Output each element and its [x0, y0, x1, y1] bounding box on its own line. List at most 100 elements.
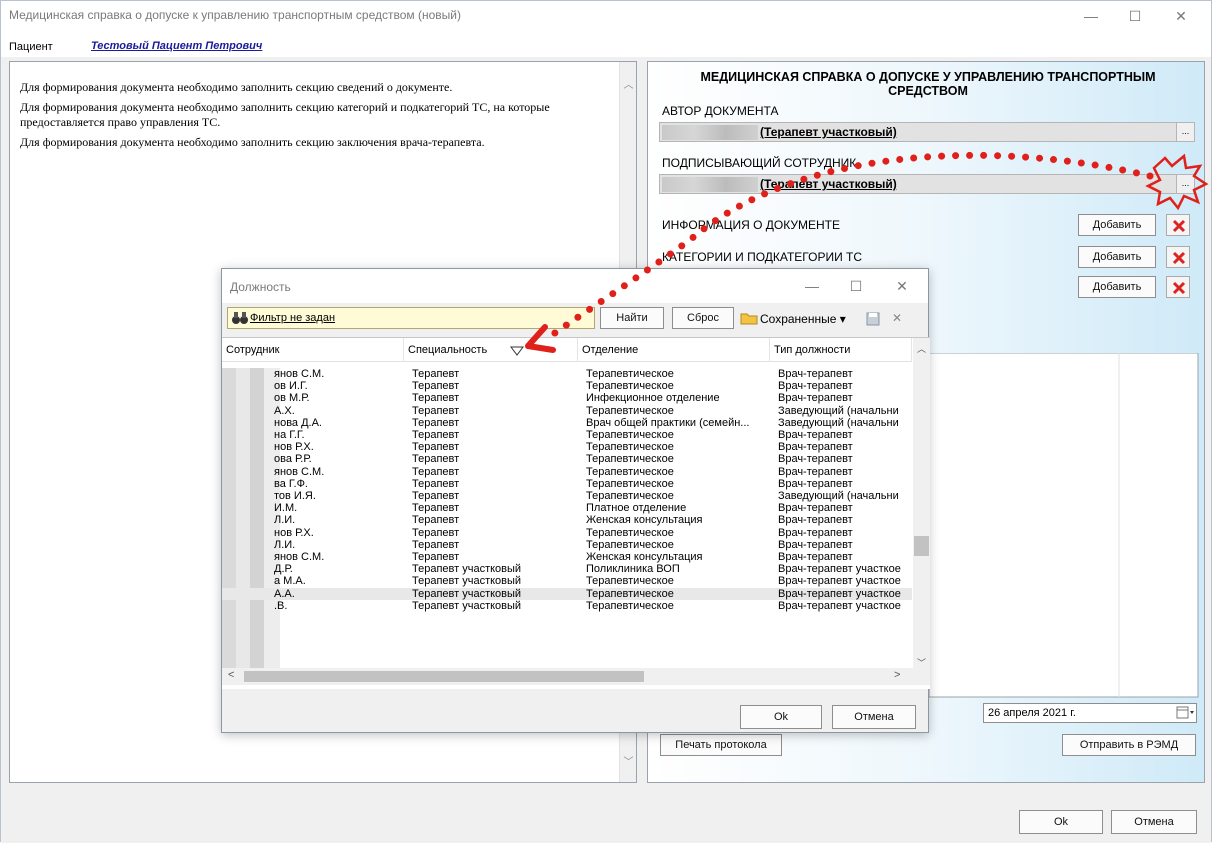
scroll-down-icon[interactable]: ﹀ — [620, 753, 637, 768]
column-specialty[interactable]: Специальность — [404, 338, 578, 362]
delete-doc-info-button[interactable] — [1166, 214, 1190, 236]
scroll-up-icon[interactable]: ︿ — [917, 342, 926, 355]
message-therapist: Для формирования документа необходимо за… — [20, 135, 485, 149]
window-title: Медицинская справка о допуске к управлен… — [9, 8, 461, 22]
remove-filter-icon[interactable]: ✕ — [892, 311, 902, 325]
table-row[interactable]: Л.И. Терапевт Терапевтическое Врач-терапевт — [222, 539, 912, 551]
hscroll-thumb[interactable] — [244, 671, 644, 682]
employee-cell: ов И.Г. — [274, 380, 308, 393]
position-type-cell: Врач-терапевт участкое — [778, 575, 901, 588]
cancel-button[interactable]: Отмена — [1111, 810, 1197, 834]
table-row[interactable]: тов И.Я. Терапевт Терапевтическое Заведующи… — [222, 490, 912, 502]
position-type-cell: Врач-терапевт участкое — [778, 563, 901, 576]
dialog-minimize-button[interactable]: — — [790, 271, 834, 301]
list-hscroll[interactable]: < > — [222, 668, 930, 685]
employee-cell: янов С.М. — [274, 465, 325, 478]
table-row[interactable]: И.М. Терапевт Платное отделение Врач-терапе… — [222, 502, 912, 514]
position-type-cell: Заведующий (начальни — [778, 416, 899, 429]
position-type-cell: Врач-терапевт — [778, 551, 853, 563]
filter-box[interactable]: Фильтр не задан — [227, 307, 595, 329]
department-cell: Поликлиника ВОП — [586, 563, 680, 576]
table-row[interactable]: а М.А. Терапевт участковый Терапевтическое… — [222, 575, 912, 587]
saved-filters-dropdown[interactable]: Сохраненные ▾ — [760, 312, 846, 326]
employee-cell: янов С.М. — [274, 368, 325, 380]
ok-button[interactable]: Ok — [1019, 810, 1103, 834]
specialty-cell: Терапевт — [412, 429, 460, 441]
department-cell: Терапевтическое — [586, 599, 674, 612]
column-department[interactable]: Отделение — [578, 338, 770, 362]
reset-button[interactable]: Сброс — [672, 307, 734, 329]
table-row[interactable]: А.Х. Терапевт Терапевтическое Заведующий (н… — [222, 405, 912, 417]
employee-cell: а М.А. — [274, 575, 306, 588]
list-vscroll[interactable]: ︿ ﹀ — [913, 338, 930, 668]
author-field[interactable]: (Терапевт участковый) ... — [659, 122, 1195, 142]
table-row[interactable]: .В. Терапевт участковый Терапевтическое Вра… — [222, 600, 912, 612]
specialty-cell: Терапевт — [412, 453, 460, 466]
table-row[interactable]: ова Р.Р. Терапевт Терапевтическое Врач-тера… — [222, 453, 912, 465]
author-select-button[interactable]: ... — [1176, 123, 1194, 141]
table-row[interactable]: Д.Р. Терапевт участковый Поликлиника ВОП Вр… — [222, 563, 912, 575]
table-row[interactable]: нова Д.А. Терапевт Врач общей практики (се… — [222, 417, 912, 429]
position-type-cell: Врач-терапевт — [778, 429, 853, 441]
scroll-right-icon[interactable]: > — [894, 669, 900, 681]
minimize-button[interactable]: — — [1069, 1, 1113, 31]
table-row[interactable]: ов И.Г. Терапевт Терапевтическое Врач-терап… — [222, 380, 912, 392]
save-filter-icon[interactable] — [866, 312, 880, 326]
dialog-close-button[interactable]: ✕ — [880, 271, 924, 301]
specialty-cell: Терапевт — [412, 490, 460, 502]
table-row[interactable]: нов Р.Х. Терапевт Терапевтическое Врач-тера… — [222, 527, 912, 539]
send-remd-button[interactable]: Отправить в РЭМД — [1062, 734, 1196, 756]
close-button[interactable]: ✕ — [1159, 1, 1203, 31]
scroll-up-icon[interactable]: ︿ — [620, 76, 637, 91]
delete-conclusion-button[interactable] — [1166, 276, 1190, 298]
column-position-type[interactable]: Тип должности — [770, 338, 912, 362]
delete-categories-button[interactable] — [1166, 246, 1190, 268]
employee-cell: ва Г.Ф. — [274, 477, 308, 490]
department-cell: Женская консультация — [586, 514, 703, 527]
date-picker[interactable]: 26 апреля 2021 г. — [983, 703, 1197, 723]
table-row[interactable]: Л.И. Терапевт Женская консультация Врач-тер… — [222, 514, 912, 526]
department-cell: Инфекционное отделение — [586, 392, 720, 405]
maximize-button[interactable]: ☐ — [1113, 1, 1157, 31]
position-type-cell: Врач-терапевт — [778, 526, 853, 539]
table-row[interactable]: янов С.М. Терапевт Женская консультация Вра… — [222, 551, 912, 563]
employee-cell: .В. — [274, 599, 288, 612]
department-cell: Терапевтическое — [586, 490, 674, 502]
department-cell: Терапевтическое — [586, 368, 674, 380]
scroll-thumb[interactable] — [914, 536, 929, 556]
table-row[interactable]: нов Р.Х. Терапевт Терапевтическое Врач-тера… — [222, 441, 912, 453]
print-protocol-button[interactable]: Печать протокола — [660, 734, 782, 756]
dialog-maximize-button[interactable]: ☐ — [834, 271, 878, 301]
specialty-cell: Терапевт — [412, 477, 460, 490]
calendar-icon[interactable] — [1176, 706, 1194, 720]
position-type-cell: Заведующий (начальни — [778, 490, 899, 502]
add-categories-button[interactable]: Добавить — [1078, 246, 1156, 268]
position-type-cell: Врач-терапевт — [778, 502, 853, 515]
position-type-cell: Врач-терапевт — [778, 441, 853, 454]
dialog-ok-button[interactable]: Ok — [740, 705, 822, 729]
patient-row: Пациент Тестовый Пациент Петрович — [1, 31, 1211, 57]
specialty-cell: Терапевт — [412, 404, 460, 417]
table-row[interactable]: янов С.М. Терапевт Терапевтическое Врач-тер… — [222, 466, 912, 478]
employee-cell: на Г.Г. — [274, 429, 305, 441]
title-bar: Медицинская справка о допуске к управлен… — [1, 1, 1211, 31]
specialty-cell: Терапевт — [412, 502, 460, 515]
doc-info-label: ИНФОРМАЦИЯ О ДОКУМЕНТЕ — [662, 218, 840, 232]
signer-field[interactable]: (Терапевт участковый) ... — [659, 174, 1195, 194]
patient-name-link[interactable]: Тестовый Пациент Петрович — [91, 40, 262, 52]
table-row[interactable]: на Г.Г. Терапевт Терапевтическое Врач-терап… — [222, 429, 912, 441]
table-row[interactable]: А.А. Терапевт участковый Терапевтическое Вр… — [222, 587, 912, 600]
column-employee[interactable]: Сотрудник — [222, 338, 404, 362]
find-button[interactable]: Найти — [600, 307, 664, 329]
signer-select-button[interactable]: ... — [1176, 175, 1194, 193]
table-row[interactable]: янов С.М. Терапевт Терапевтическое Врач-тер… — [222, 368, 912, 380]
filter-link[interactable]: Фильтр не задан — [250, 312, 335, 324]
dialog-cancel-button[interactable]: Отмена — [832, 705, 916, 729]
employee-list[interactable]: Сотрудник Специальность Отделение Тип до… — [222, 337, 930, 689]
scroll-left-icon[interactable]: < — [228, 669, 234, 681]
add-doc-info-button[interactable]: Добавить — [1078, 214, 1156, 236]
table-row[interactable]: ов М.Р. Терапевт Инфекционное отделение Вра… — [222, 392, 912, 404]
add-conclusion-button[interactable]: Добавить — [1078, 276, 1156, 298]
table-row[interactable]: ва Г.Ф. Терапевт Терапевтическое Врач-терап… — [222, 478, 912, 490]
specialty-cell: Терапевт — [412, 392, 460, 405]
